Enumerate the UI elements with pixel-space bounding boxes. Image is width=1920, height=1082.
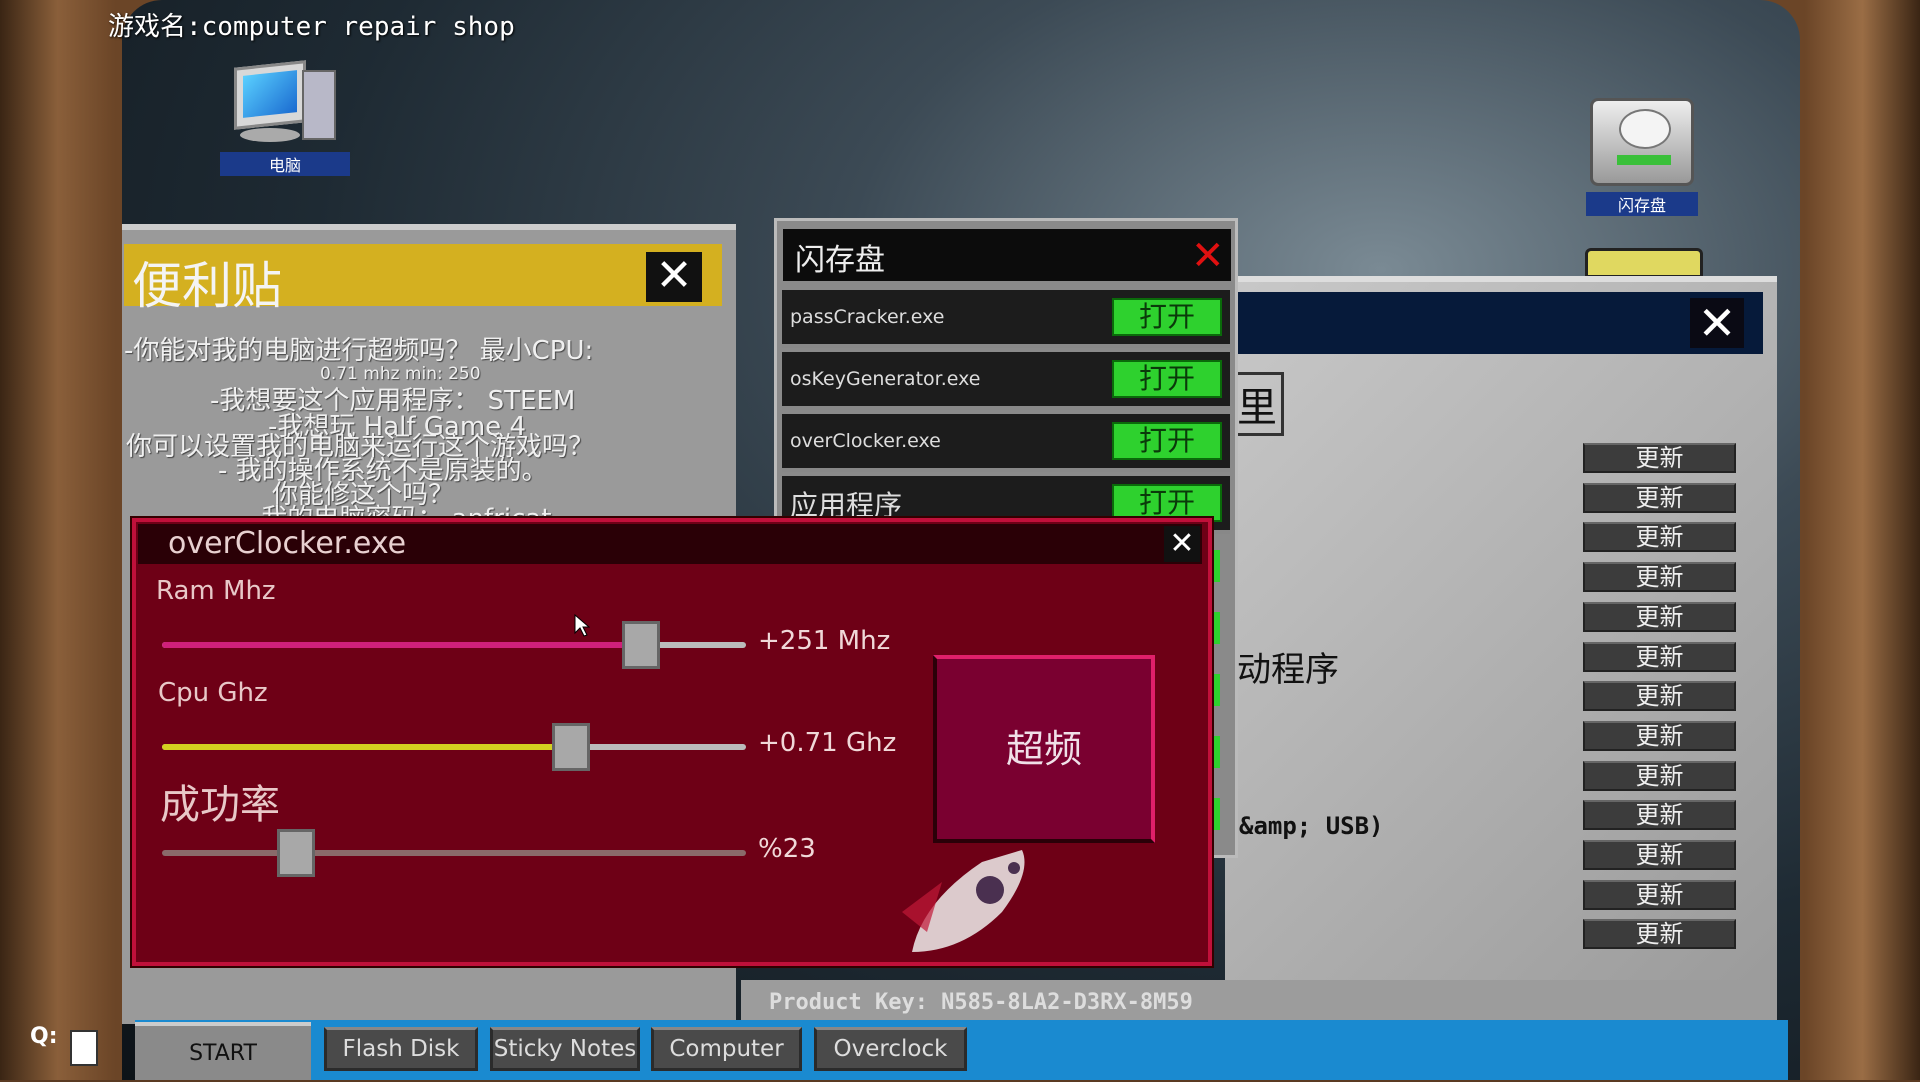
update-button[interactable]: 更新 (1583, 840, 1736, 870)
file-name: overClocker.exe (790, 430, 941, 452)
close-icon[interactable]: ✕ (1164, 526, 1200, 562)
taskbar-computer[interactable]: Computer (651, 1027, 802, 1071)
update-button[interactable]: 更新 (1583, 720, 1736, 751)
sticky-notes-header: 便利贴 ✕ (124, 244, 722, 315)
disk-drive-icon (1590, 98, 1694, 186)
ram-slider[interactable] (162, 621, 746, 669)
game-title: 游戏名:computer repair shop (108, 12, 515, 42)
cpu-slider-fill (162, 744, 571, 750)
success-rate-bar (162, 829, 746, 877)
open-button[interactable]: 打开 (1112, 484, 1222, 522)
update-button[interactable]: 更新 (1583, 919, 1736, 950)
update-button[interactable]: 更新 (1583, 562, 1736, 593)
desktop-icon-flashdisk[interactable]: 闪存盘 (1586, 98, 1698, 216)
update-button[interactable]: 更新 (1583, 800, 1736, 831)
update-button[interactable]: 更新 (1583, 522, 1736, 553)
success-rate-handle (277, 829, 316, 877)
flash-disk-hidden-buttons (1212, 545, 1230, 845)
close-icon[interactable]: ✕ (646, 252, 702, 302)
file-name: osKeyGenerator.exe (790, 368, 981, 390)
computer-icon (230, 60, 340, 152)
mouse-cursor-icon (574, 614, 590, 637)
taskbar-flash-disk[interactable]: Flash Disk (324, 1027, 478, 1071)
driver-window-header: ✕ (1225, 292, 1763, 354)
sticky-note-icon (1585, 248, 1703, 278)
taskbar-overclock[interactable]: Overclock (814, 1027, 967, 1071)
product-key-bar: Product Key: N585-8LA2-D3RX-8M59 (741, 980, 1777, 1022)
flash-disk-item: overClocker.exe 打开 (782, 414, 1230, 472)
overclock-button[interactable]: 超频 (933, 655, 1155, 843)
flash-disk-header: 闪存盘 ✕ (783, 229, 1231, 281)
start-button[interactable]: START (135, 1022, 311, 1080)
update-button[interactable]: 更新 (1583, 681, 1736, 712)
update-button[interactable]: 更新 (1583, 879, 1736, 910)
rocket-icon (902, 850, 1025, 952)
overclocker-header: overClocker.exe ✕ (138, 524, 1202, 564)
exit-door-icon[interactable] (70, 1030, 98, 1066)
file-name: passCracker.exe (790, 306, 945, 328)
update-button[interactable]: 更新 (1583, 601, 1736, 632)
flash-disk-item: osKeyGenerator.exe 打开 (782, 352, 1230, 410)
flash-disk-item: passCracker.exe 打开 (782, 290, 1230, 348)
update-button[interactable]: 更新 (1583, 482, 1736, 513)
open-button[interactable]: 打开 (1112, 298, 1222, 336)
close-icon[interactable]: ✕ (1191, 233, 1225, 279)
update-button[interactable]: 更新 (1583, 641, 1736, 672)
open-button[interactable]: 打开 (1112, 360, 1222, 398)
taskbar-sticky-notes[interactable]: Sticky Notes (490, 1027, 640, 1071)
desktop-icon-computer[interactable]: 电脑 (220, 60, 350, 176)
overclocker-window: overClocker.exe ✕ Ram Mhz +251 Mhz Cpu G… (132, 518, 1212, 966)
quit-hint: Q: (30, 1024, 58, 1049)
cpu-slider[interactable] (162, 723, 746, 771)
update-button[interactable]: 更新 (1583, 760, 1736, 791)
cpu-slider-handle[interactable] (551, 723, 590, 771)
open-button[interactable]: 打开 (1112, 422, 1222, 460)
update-button[interactable]: 更新 (1583, 443, 1736, 473)
ram-slider-fill (162, 642, 641, 648)
ram-slider-handle[interactable] (621, 621, 660, 669)
close-icon[interactable]: ✕ (1690, 298, 1744, 348)
